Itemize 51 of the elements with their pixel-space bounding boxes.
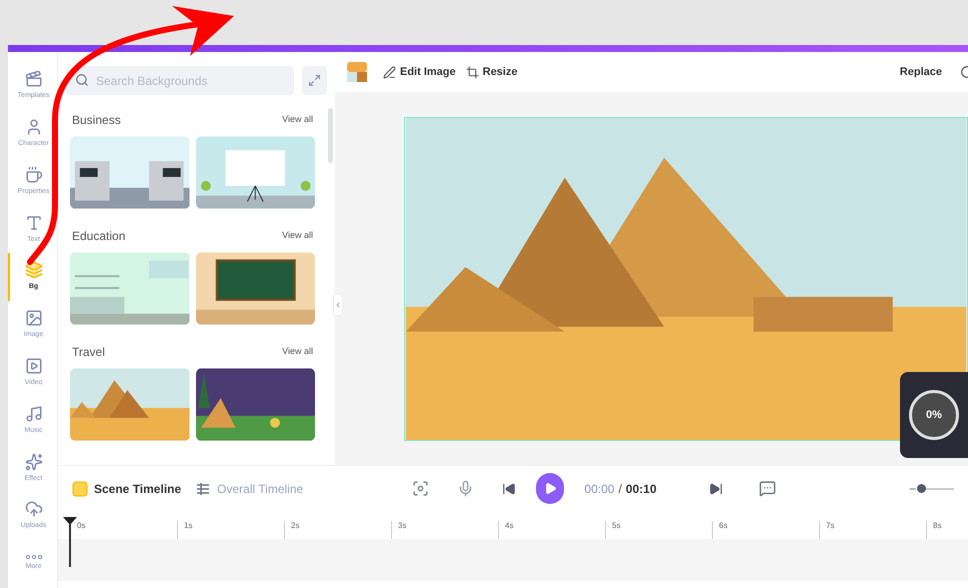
section-title: Travel [72,344,105,360]
presentation-thumbnail[interactable] [196,136,315,209]
current-time: 00:00 [584,480,614,498]
playhead[interactable] [62,517,78,567]
cup-icon [24,166,42,184]
skip-back-icon[interactable] [502,482,516,496]
progress-ring: 0% [909,390,959,440]
resize-button[interactable]: Resize [466,64,518,80]
view-all-link[interactable]: View all [282,112,313,126]
scrollbar [328,108,333,163]
play-icon [544,482,556,495]
collapse-handle[interactable] [333,294,343,316]
edit-image-button[interactable]: Edit Image [383,64,456,80]
replace-button[interactable]: Replace [900,64,942,80]
section-title: Business [72,112,121,128]
layers-icon [24,261,42,280]
play-button[interactable] [536,473,564,504]
clapperboard-icon [24,70,42,88]
view-all-link[interactable]: View all [282,228,313,242]
lab-thumbnail[interactable] [70,252,190,325]
slider-thumb[interactable] [916,484,926,493]
expand-button[interactable] [302,66,327,95]
expand-icon [308,74,321,87]
cloud-upload-icon [24,500,42,518]
time-separator: / [618,480,622,498]
total-time: 00:10 [626,480,656,498]
campsite-thumbnail[interactable] [196,368,315,441]
section-title: Education [72,228,126,244]
play-icon [24,357,42,376]
office-thumbnail[interactable] [70,136,190,209]
timeline-tab[interactable]: Scene Timeline [72,480,182,498]
crop-icon [466,66,479,78]
sparkle-icon [24,452,42,471]
music-icon [24,404,42,423]
search-icon [75,73,89,87]
classroom-thumbnail[interactable] [196,252,315,325]
timeline-lines-icon [195,480,212,496]
pyramids-thumbnail[interactable] [70,368,190,441]
pen-icon [383,66,396,78]
capture-icon[interactable] [412,480,429,497]
view-all-link[interactable]: View all [282,344,313,358]
search-field[interactable]: Search Backgrounds [66,66,294,95]
text-icon [24,214,42,232]
color-swatch-icon [347,62,367,82]
scene-icon [72,480,88,496]
timeline-tab[interactable]: Overall Timeline [195,480,304,498]
dots-icon [26,555,42,560]
skip-forward-icon[interactable] [708,482,722,496]
subtitles-icon[interactable] [758,480,776,497]
image-icon [24,309,42,328]
zoom-slider[interactable] [916,484,954,494]
